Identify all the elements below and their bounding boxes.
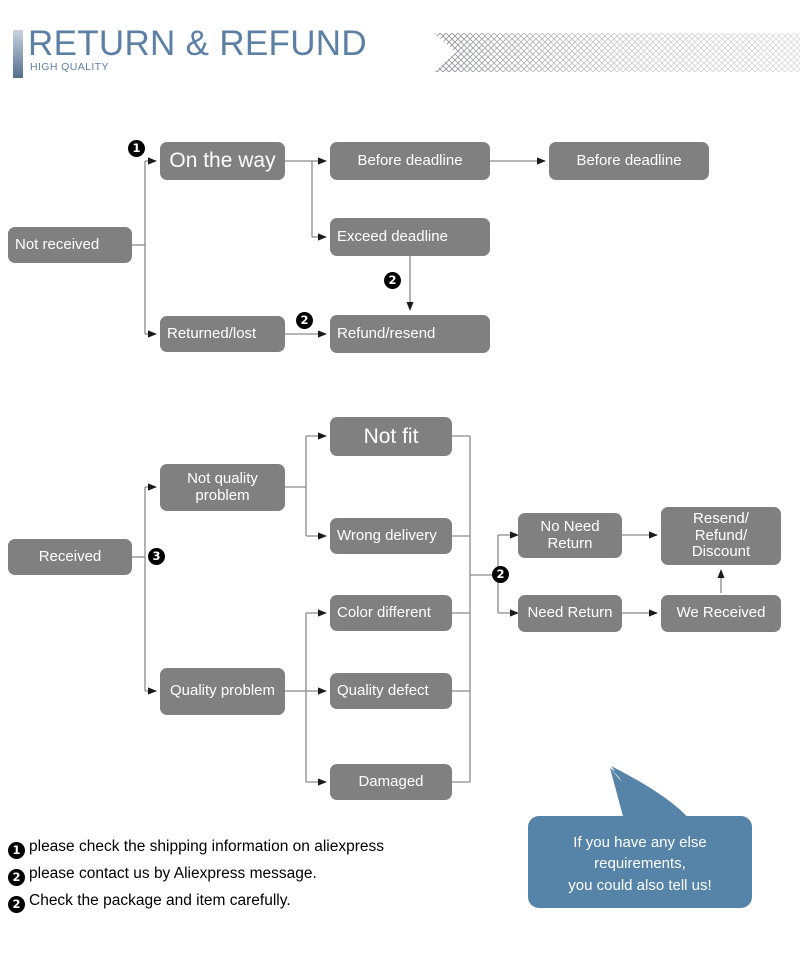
page-subtitle: HIGH QUALITY: [30, 61, 109, 73]
box-need-return[interactable]: Need Return: [518, 595, 622, 632]
page-title: RETURN & REFUND: [28, 24, 367, 63]
box-damaged[interactable]: Damaged: [330, 764, 452, 800]
box-resend-refund-discount[interactable]: Resend/ Refund/ Discount: [661, 507, 781, 565]
bubble-text-block: If you have any else requirements, you c…: [528, 832, 752, 896]
bubble-line-1: If you have any else: [573, 834, 707, 851]
page-header: RETURN & REFUND HIGH QUALITY: [0, 0, 800, 100]
footnote-item: 1 please check the shipping information …: [8, 838, 478, 865]
footnote-badge: 1: [8, 842, 25, 859]
contact-callout-bubble: If you have any else requirements, you c…: [528, 758, 780, 910]
badge-returned-to-refund: 2: [296, 312, 313, 329]
box-quality-problem[interactable]: Quality problem: [160, 668, 285, 715]
box-exceed-deadline[interactable]: Exceed deadline: [330, 218, 490, 256]
badge-received-split: 3: [148, 548, 165, 565]
box-not-fit[interactable]: Not fit: [330, 417, 452, 456]
box-we-received[interactable]: We Received: [661, 595, 781, 632]
footnote-badge: 2: [8, 896, 25, 913]
box-not-received[interactable]: Not received: [8, 227, 132, 263]
footnote-item: 2 please contact us by Aliexpress messag…: [8, 865, 478, 892]
box-before-deadline-second[interactable]: Before deadline: [549, 142, 709, 180]
box-no-need-return[interactable]: No Need Return: [518, 513, 622, 558]
footnotes-list: 1 please check the shipping information …: [8, 838, 478, 919]
header-accent-bar: [13, 30, 23, 78]
header-ribbon-decoration: [434, 33, 800, 72]
badge-not-received-split: 1: [128, 140, 145, 157]
badge-return-split: 2: [492, 566, 509, 583]
box-not-quality-problem[interactable]: Not quality problem: [160, 464, 285, 511]
footnote-badge: 2: [8, 869, 25, 886]
footnote-text: please contact us by Aliexpress message.: [29, 865, 317, 882]
bubble-line-2: requirements,: [594, 855, 686, 873]
box-on-the-way[interactable]: On the way: [160, 142, 285, 180]
footnote-text: please check the shipping information on…: [29, 838, 384, 855]
box-quality-defect[interactable]: Quality defect: [330, 673, 452, 709]
footnote-text: Check the package and item carefully.: [29, 892, 291, 909]
bubble-line-3: you could also tell us!: [568, 876, 712, 894]
box-wrong-delivery[interactable]: Wrong delivery: [330, 518, 452, 554]
box-before-deadline-first[interactable]: Before deadline: [330, 142, 490, 180]
box-refund-resend[interactable]: Refund/resend: [330, 315, 490, 353]
footnote-item: 2 Check the package and item carefully.: [8, 892, 478, 919]
box-received[interactable]: Received: [8, 539, 132, 575]
badge-exceed-to-refund: 2: [384, 272, 401, 289]
box-color-different[interactable]: Color different: [330, 595, 452, 631]
box-returned-lost[interactable]: Returned/lost: [160, 316, 285, 352]
